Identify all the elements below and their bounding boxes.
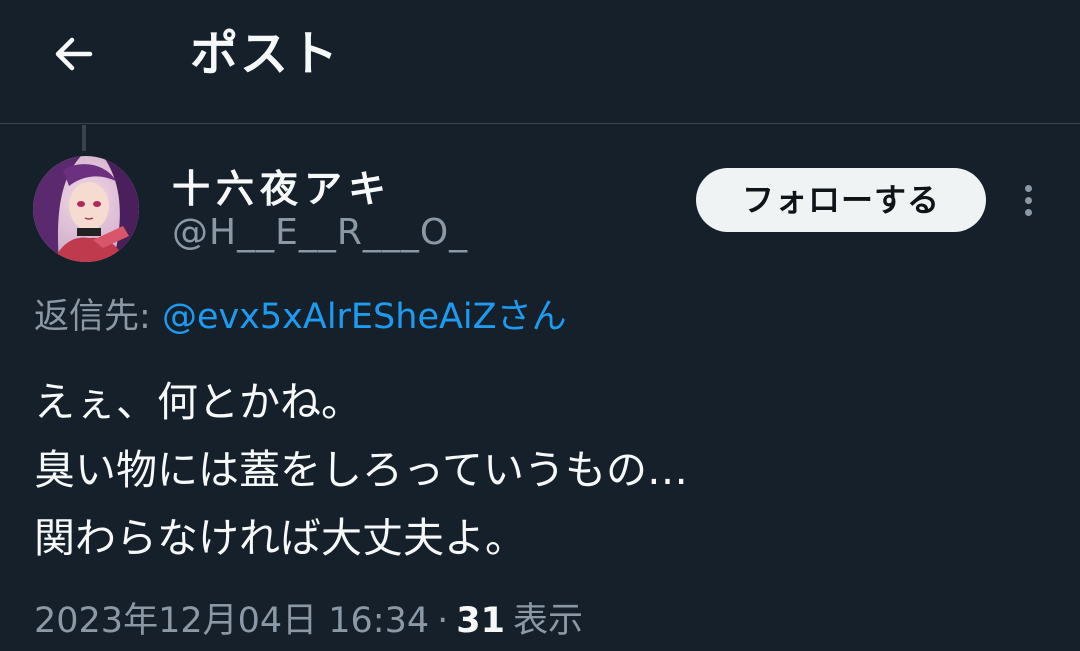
author-handle[interactable]: @H__E__R___O_ (172, 212, 468, 253)
post-text-line: えぇ、何とかね。 (34, 378, 362, 426)
meta-separator: · (437, 601, 449, 641)
thread-connector-line (82, 125, 86, 151)
reply-to-prefix: 返信先: (34, 297, 151, 337)
more-vertical-icon-dot (1024, 196, 1032, 204)
reply-to-mention-link[interactable]: @evx5xAlrESheAiZさん (162, 297, 567, 337)
views-label: 表示 (513, 601, 584, 641)
more-vertical-icon (1024, 184, 1032, 192)
avatar[interactable] (33, 156, 139, 262)
post-text: えぇ、何とかね。 臭い物には蓋をしろっていうもの… 関わらなければ大丈夫よ。 (34, 368, 688, 572)
avatar-image (33, 156, 139, 262)
more-options-button[interactable] (1008, 176, 1048, 224)
author-display-name[interactable]: 十六夜アキ (172, 158, 392, 213)
post-meta: 2023年12月04日 16:34 · 31 表示 (34, 592, 583, 643)
arrow-left-icon (55, 37, 93, 71)
post-timestamp[interactable]: 2023年12月04日 16:34 (34, 601, 429, 641)
back-button[interactable] (40, 22, 108, 86)
follow-button[interactable]: フォローする (696, 168, 986, 232)
more-vertical-icon-dot (1024, 208, 1032, 216)
top-bar: ポスト (0, 0, 1080, 124)
post-text-line: 関わらなければ大丈夫よ。 (34, 514, 526, 562)
post-text-line: 臭い物には蓋をしろっていうもの… (34, 446, 688, 494)
views-count: 31 (456, 601, 505, 641)
reply-to-line: 返信先: @evx5xAlrESheAiZさん (34, 288, 567, 339)
page-title: ポスト (190, 26, 341, 82)
